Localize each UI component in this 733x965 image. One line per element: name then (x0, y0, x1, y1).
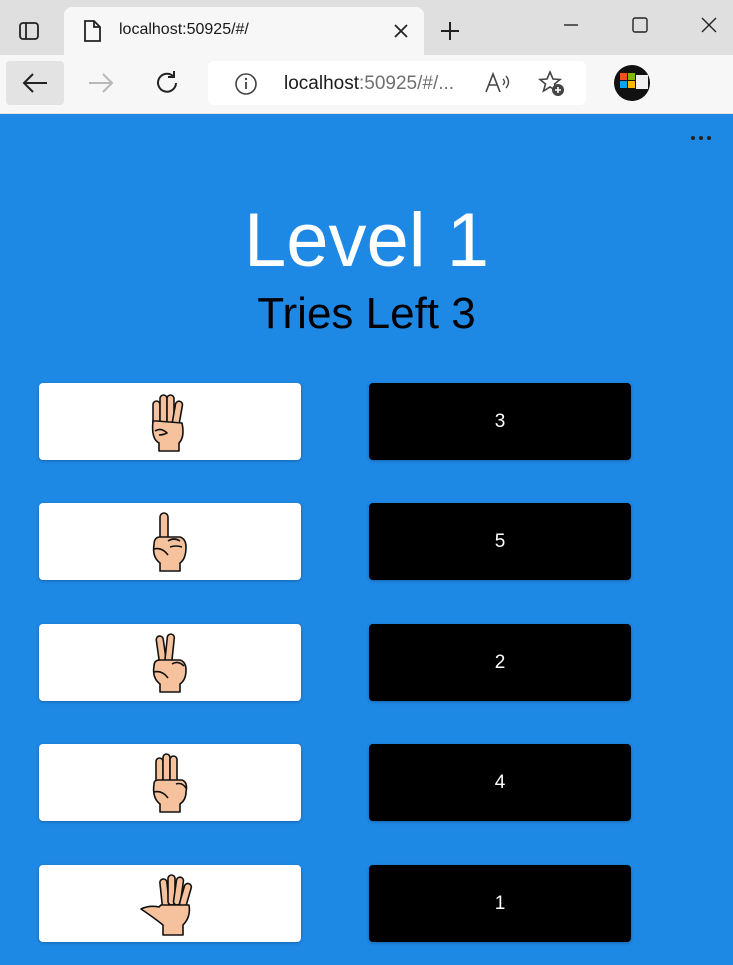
add-favorite-icon[interactable] (537, 69, 566, 103)
hand-card-1[interactable] (39, 383, 301, 460)
hand-three-fingers-icon (152, 752, 188, 813)
number-card-4[interactable]: 4 (369, 744, 631, 821)
reload-icon[interactable] (138, 61, 196, 105)
number-card-5[interactable]: 1 (369, 865, 631, 942)
plus-icon[interactable] (437, 18, 463, 44)
hand-four-fingers-icon (151, 393, 184, 452)
tries-left-label: Tries Left 3 (257, 289, 476, 338)
maximize-icon[interactable] (625, 12, 655, 38)
info-icon[interactable] (234, 72, 258, 101)
hand-card-2[interactable] (39, 503, 301, 580)
window-close-icon[interactable] (694, 12, 724, 38)
tab-strip: localhost:50925/#/ (0, 0, 733, 55)
level-title: Level 1 (243, 198, 490, 283)
number-card-1[interactable]: 3 (369, 383, 631, 460)
number-card-3[interactable]: 2 (369, 624, 631, 701)
address-bar[interactable]: localhost:50925/#/... (208, 61, 586, 105)
tab-title: localhost:50925/#/ (119, 21, 249, 38)
number-card-2[interactable]: 5 (369, 503, 631, 580)
minimize-icon[interactable] (556, 12, 586, 38)
close-icon[interactable] (390, 20, 412, 42)
tab-actions-icon[interactable] (14, 16, 44, 46)
read-aloud-icon[interactable] (484, 71, 512, 100)
profile-avatar[interactable] (614, 65, 650, 101)
forward-arrow-icon[interactable] (72, 61, 130, 105)
browser-tab[interactable]: localhost:50925/#/ (64, 7, 424, 55)
page-icon (82, 19, 102, 48)
back-arrow-icon[interactable] (6, 61, 64, 105)
more-icon[interactable] (688, 127, 714, 149)
hand-one-finger-icon (152, 511, 187, 572)
hand-five-fingers-icon (140, 873, 193, 936)
hand-two-fingers-icon (152, 632, 187, 693)
hand-card-3[interactable] (39, 624, 301, 701)
url-text: localhost:50925/#/... (284, 73, 455, 94)
hand-card-5[interactable] (39, 865, 301, 942)
hand-card-4[interactable] (39, 744, 301, 821)
